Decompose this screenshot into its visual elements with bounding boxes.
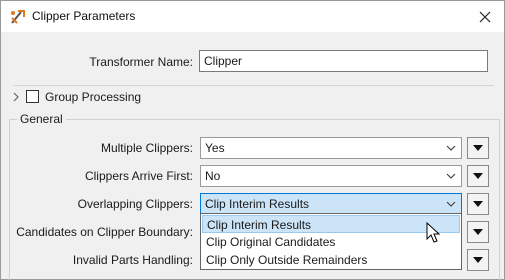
general-groupbox-title: General (17, 112, 66, 126)
invalid-parts-handling-label: Invalid Parts Handling: (72, 253, 193, 267)
chevron-right-icon[interactable] (12, 92, 20, 102)
separator-line (13, 85, 494, 86)
group-processing-label: Group Processing (45, 90, 142, 104)
clippers-arrive-first-menu-button[interactable] (467, 165, 489, 187)
title-bar: Clipper Parameters (1, 1, 504, 32)
dropdown-option[interactable]: Clip Only Outside Remainders (202, 251, 460, 269)
clippers-arrive-first-select[interactable]: No (200, 165, 462, 187)
clippers-arrive-first-label: Clippers Arrive First: (84, 169, 193, 183)
window-title: Clipper Parameters (32, 9, 136, 23)
fme-transformer-icon (11, 10, 25, 24)
dropdown-option[interactable]: Clip Interim Results (202, 215, 460, 233)
triangle-down-icon (473, 173, 483, 179)
overlapping-clippers-dropdown-list: Clip Interim Results Clip Original Candi… (200, 213, 462, 270)
candidates-on-boundary-label: Candidates on Clipper Boundary: (16, 225, 193, 239)
transformer-name-input[interactable]: Clipper (199, 50, 488, 72)
multiple-clippers-label: Multiple Clippers: (100, 141, 193, 155)
chevron-down-icon (446, 201, 456, 207)
close-button[interactable] (472, 4, 498, 30)
multiple-clippers-menu-button[interactable] (467, 137, 489, 159)
triangle-down-icon (473, 201, 483, 207)
clippers-arrive-first-value: No (205, 169, 221, 183)
triangle-down-icon (473, 229, 483, 235)
multiple-clippers-select[interactable]: Yes (200, 137, 462, 159)
transformer-name-label: Transformer Name: (89, 55, 193, 69)
multiple-clippers-value: Yes (205, 141, 225, 155)
overlapping-clippers-menu-button[interactable] (467, 193, 489, 215)
triangle-down-icon (473, 257, 483, 263)
invalid-parts-handling-menu-button[interactable] (467, 249, 489, 271)
overlapping-clippers-value: Clip Interim Results (205, 197, 310, 211)
overlapping-clippers-select[interactable]: Clip Interim Results (200, 193, 462, 215)
dropdown-option[interactable]: Clip Original Candidates (202, 233, 460, 251)
clipper-parameters-dialog: Clipper Parameters Transformer Name: Cli… (0, 0, 505, 280)
mouse-pointer-icon (426, 222, 441, 243)
close-icon (479, 11, 491, 23)
chevron-down-icon (446, 145, 456, 151)
chevron-down-icon (446, 173, 456, 179)
candidates-on-boundary-menu-button[interactable] (467, 221, 489, 243)
overlapping-clippers-label: Overlapping Clippers: (77, 197, 193, 211)
group-processing-checkbox[interactable] (26, 90, 39, 103)
triangle-down-icon (473, 145, 483, 151)
